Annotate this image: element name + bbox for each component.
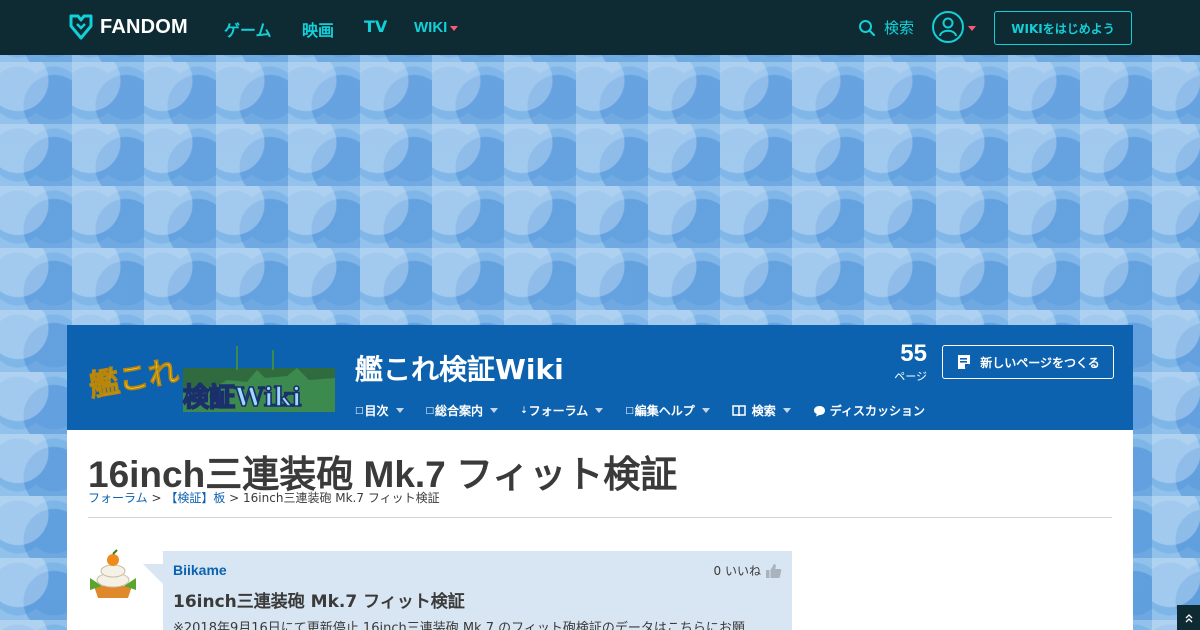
new-page-icon xyxy=(958,355,971,369)
author-avatar[interactable] xyxy=(88,548,138,604)
title-divider xyxy=(88,517,1112,518)
wiki-name[interactable]: 艦これ検証Wiki xyxy=(355,348,564,388)
page-content: 16inch三連装砲 Mk.7 フィット検証 フォーラム > 【検証】板 > 1… xyxy=(67,430,1133,630)
user-avatar[interactable] xyxy=(932,11,964,43)
breadcrumb-separator: > xyxy=(225,491,244,505)
local-nav: □ 目次 □ 総合案内 ⇣ フォーラム □ 編集ヘルプ 検索 ディスカッション xyxy=(355,402,947,419)
discussion-bubble-icon xyxy=(813,405,825,416)
new-page-button[interactable]: 新しいページをつくる xyxy=(942,345,1114,379)
nav-link-movies[interactable]: 映画 xyxy=(302,17,334,41)
global-search[interactable]: 検索 xyxy=(858,17,914,38)
likes-count: 0 いいね xyxy=(713,564,761,578)
post-body: ※2018年9月16日にて更新停止 16inch三連装砲 Mk.7 のフィット砲… xyxy=(173,621,745,630)
post-title[interactable]: 16inch三連装砲 Mk.7 フィット検証 xyxy=(173,587,465,612)
local-nav-edit-help[interactable]: □ 編集ヘルプ xyxy=(625,402,710,419)
global-nav: FANDOM ゲーム 映画 TV WIKI 検索 WIKIをはじめよう xyxy=(0,0,1200,55)
fandom-logo[interactable]: FANDOM xyxy=(68,13,188,41)
local-nav-contents[interactable]: □ 目次 xyxy=(355,402,404,419)
post-bubble-tail xyxy=(143,564,163,584)
community-header: 艦これ 検証Wiki 艦これ検証Wiki 55 ページ 新しいページをつくる □… xyxy=(67,325,1133,430)
post-author-link[interactable]: Biikame xyxy=(173,562,227,578)
local-nav-discussions[interactable]: ディスカッション xyxy=(813,402,925,419)
local-nav-search[interactable]: 検索 xyxy=(732,402,791,419)
new-page-label: 新しいページをつくる xyxy=(980,355,1100,370)
thumbs-up-icon[interactable] xyxy=(765,563,782,579)
wiki-logo[interactable]: 艦これ 検証Wiki xyxy=(87,340,337,412)
chevron-down-icon xyxy=(782,408,791,413)
search-icon xyxy=(859,19,876,36)
breadcrumb-separator: > xyxy=(147,491,166,505)
nav-link-tv[interactable]: TV xyxy=(364,17,387,36)
forum-post: Biikame 0 いいね 16inch三連装砲 Mk.7 フィット検証 ※20… xyxy=(163,551,792,630)
local-nav-forum[interactable]: ⇣ フォーラム xyxy=(520,402,604,419)
page-count-number: 55 xyxy=(900,340,927,367)
nav-link-wiki[interactable]: WIKI xyxy=(414,19,447,36)
breadcrumb-current: 16inch三連装砲 Mk.7 フィット検証 xyxy=(243,491,440,505)
chevron-down-icon xyxy=(595,408,604,413)
svg-text:艦これ: 艦これ xyxy=(87,354,181,404)
double-chevron-up-icon xyxy=(1185,613,1192,622)
wiki-dropdown-caret-icon[interactable] xyxy=(450,26,458,31)
page-counter: 55 ページ xyxy=(879,341,927,384)
scroll-to-top-button[interactable] xyxy=(1177,605,1200,630)
search-label: 検索 xyxy=(884,19,915,37)
fandom-heart-icon xyxy=(69,14,93,40)
post-likes: 0 いいね xyxy=(714,562,782,579)
book-icon xyxy=(732,404,746,416)
breadcrumb-forum-link[interactable]: フォーラム xyxy=(88,491,148,505)
local-nav-guide[interactable]: □ 総合案内 xyxy=(426,402,499,419)
chevron-down-icon xyxy=(701,408,710,413)
chevron-down-icon xyxy=(490,408,499,413)
user-dropdown-caret-icon[interactable] xyxy=(968,26,976,31)
svg-text:検証Wiki: 検証Wiki xyxy=(183,382,302,412)
nav-link-games[interactable]: ゲーム xyxy=(224,17,272,41)
breadcrumb: フォーラム > 【検証】板 > 16inch三連装砲 Mk.7 フィット検証 xyxy=(88,489,440,506)
fandom-wordmark: FANDOM xyxy=(100,15,188,38)
chevron-down-icon xyxy=(395,408,404,413)
start-a-wiki-button[interactable]: WIKIをはじめよう xyxy=(994,11,1132,45)
breadcrumb-board-link[interactable]: 【検証】板 xyxy=(165,491,225,505)
user-icon xyxy=(939,17,957,37)
page-count-label: ページ xyxy=(894,370,927,383)
